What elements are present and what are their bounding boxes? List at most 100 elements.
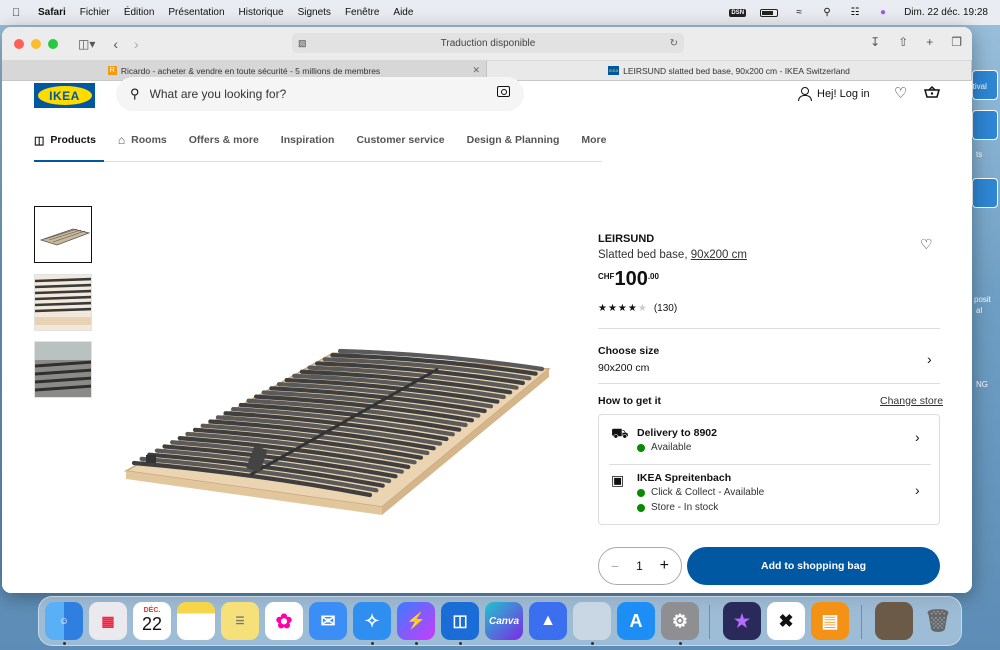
close-tab-icon[interactable]: ✕ <box>472 65 480 76</box>
increase-quantity-button[interactable]: + <box>660 557 669 575</box>
canva-icon[interactable]: Canva <box>485 602 523 640</box>
tab-ikea[interactable]: IKEA LEIRSUND slatted bed base, 90x200 c… <box>487 61 972 80</box>
menu-app-name[interactable]: Safari <box>38 7 66 18</box>
menu-presentation[interactable]: Présentation <box>168 7 224 18</box>
add-to-bag-button[interactable]: Add to shopping bag <box>687 547 940 585</box>
browser-toolbar: ◫▾ ‹ › ▧ Traduction disponible ↻ ↧ ⇧ + ❐ <box>2 27 972 61</box>
delivery-row[interactable]: ⛟ Delivery to 8902 Available › <box>599 415 939 464</box>
new-tab-icon[interactable]: + <box>926 35 933 49</box>
recent-download-icon[interactable] <box>875 602 913 640</box>
desktop-file-label: ts <box>976 150 983 159</box>
favorites-heart-icon[interactable]: ♡ <box>894 84 907 102</box>
menu-signets[interactable]: Signets <box>298 7 331 18</box>
price-integer: 100 <box>614 268 648 290</box>
tab-overview-icon[interactable]: ❐ <box>951 35 962 49</box>
product-main-image[interactable] <box>120 339 560 519</box>
notes-icon[interactable] <box>177 602 215 640</box>
minimize-window-button[interactable] <box>31 38 41 49</box>
translate-icon[interactable]: ▧ <box>298 38 307 49</box>
menu-fenetre[interactable]: Fenêtre <box>345 7 379 18</box>
stickies-icon[interactable]: ☰ <box>221 602 259 640</box>
search-bar[interactable]: ⚲ <box>116 77 524 111</box>
store-row[interactable]: ▣ IKEA Spreitenbach Click & Collect - Av… <box>599 465 939 525</box>
home-icon: ⌂ <box>117 133 126 147</box>
nav-label: Customer service <box>356 134 445 146</box>
dock-separator <box>861 605 862 639</box>
surfshark-icon[interactable]: ▲ <box>529 602 567 640</box>
battery-icon[interactable] <box>760 8 779 17</box>
photos-icon[interactable]: ✿ <box>265 602 303 640</box>
product-size-link[interactable]: 90x200 cm <box>691 249 747 261</box>
login-link[interactable]: Hej! Log in <box>798 87 870 101</box>
quantity-value[interactable]: 1 <box>636 559 643 573</box>
share-icon[interactable]: ⇧ <box>898 35 908 49</box>
wifi-icon[interactable]: ≈ <box>792 7 806 18</box>
desktop-file-icon[interactable] <box>972 110 998 140</box>
product-thumbnail[interactable] <box>34 206 92 263</box>
decrease-quantity-button[interactable]: − <box>611 558 619 574</box>
dsn-status-icon[interactable]: DSN <box>729 8 747 17</box>
messenger-icon[interactable]: ⚡ <box>397 602 435 640</box>
menu-edition[interactable]: Édition <box>124 7 155 18</box>
forward-arrow-icon[interactable]: › <box>134 36 139 52</box>
menu-aide[interactable]: Aide <box>393 7 413 18</box>
zoom-window-button[interactable] <box>48 38 58 49</box>
nav-customer-service[interactable]: Customer service <box>356 134 444 146</box>
nav-offers[interactable]: Offers & more <box>189 134 259 146</box>
store-title: IKEA Spreitenbach <box>637 472 732 484</box>
launchpad-icon[interactable]: ▦ <box>89 602 127 640</box>
menu-historique[interactable]: Historique <box>239 7 284 18</box>
safari-icon[interactable]: ✧ <box>353 602 391 640</box>
availability-box: ⛟ Delivery to 8902 Available › ▣ IKEA Sp… <box>598 414 940 525</box>
calendar-icon[interactable]: DÉC. 22 <box>133 602 171 640</box>
address-bar[interactable]: ▧ Traduction disponible ↻ <box>292 33 684 53</box>
system-settings-icon[interactable]: ⚙ <box>661 602 699 640</box>
control-center-icon[interactable]: ☷ <box>848 7 862 18</box>
nav-label: Design & Planning <box>466 134 560 146</box>
mail-icon[interactable]: ✉ <box>309 602 347 640</box>
trash-icon[interactable]: 🗑 <box>919 602 957 640</box>
quantity-stepper: − 1 + <box>598 547 682 585</box>
products-icon: ◫ <box>34 134 45 147</box>
imovie-icon[interactable]: ★ <box>723 602 761 640</box>
change-store-link[interactable]: Change store <box>880 395 943 407</box>
sidebar-toggle-icon[interactable]: ◫▾ <box>78 37 95 51</box>
app-store-icon[interactable]: A <box>617 602 655 640</box>
product-thumbnail[interactable] <box>34 341 92 398</box>
camera-icon[interactable] <box>497 86 510 97</box>
delivery-title: Delivery to 8902 <box>637 427 717 439</box>
ikea-logo[interactable]: IKEA <box>34 83 95 108</box>
search-input[interactable] <box>149 87 470 101</box>
clock-text[interactable]: Dim. 22 déc. 19:28 <box>904 7 988 18</box>
siri-icon[interactable]: ● <box>876 7 890 18</box>
store-chevron-icon[interactable]: › <box>915 482 920 498</box>
close-window-button[interactable] <box>14 38 24 49</box>
menu-fichier[interactable]: Fichier <box>80 7 110 18</box>
back-arrow-icon[interactable]: ‹ <box>113 36 118 52</box>
desktop-file-icon[interactable] <box>972 178 998 208</box>
finder-icon[interactable]: ☺ <box>45 602 83 640</box>
product-rating[interactable]: ★★★★★ (130) <box>598 303 677 314</box>
download-icon[interactable]: ↧ <box>870 35 880 49</box>
capcut-icon[interactable]: ✖ <box>767 602 805 640</box>
add-to-favorites-heart-icon[interactable]: ♡ <box>920 236 933 253</box>
preview-icon[interactable] <box>573 602 611 640</box>
running-indicator <box>63 642 66 645</box>
product-thumbnail[interactable] <box>34 274 92 331</box>
apple-menu-icon[interactable]:  <box>12 7 26 19</box>
nav-rooms[interactable]: ⌂ Rooms <box>118 133 167 147</box>
person-icon <box>798 87 812 101</box>
nav-inspiration[interactable]: Inspiration <box>281 134 335 146</box>
nav-products[interactable]: ◫ Products <box>34 134 96 147</box>
trello-icon[interactable]: ◫ <box>441 602 479 640</box>
nav-design-planning[interactable]: Design & Planning <box>467 134 560 146</box>
delivery-chevron-icon[interactable]: › <box>915 429 920 445</box>
product-price: CHF 100 .00 <box>598 269 659 289</box>
choose-size-chevron-icon[interactable]: › <box>927 351 932 367</box>
books-icon[interactable]: ▤ <box>811 602 849 640</box>
shopping-bag-icon[interactable] <box>924 86 940 98</box>
search-icon[interactable]: ⚲ <box>820 7 834 18</box>
safari-window: ◫▾ ‹ › ▧ Traduction disponible ↻ ↧ ⇧ + ❐… <box>2 27 972 593</box>
nav-more[interactable]: More <box>581 134 606 146</box>
reload-icon[interactable]: ↻ <box>670 38 678 49</box>
